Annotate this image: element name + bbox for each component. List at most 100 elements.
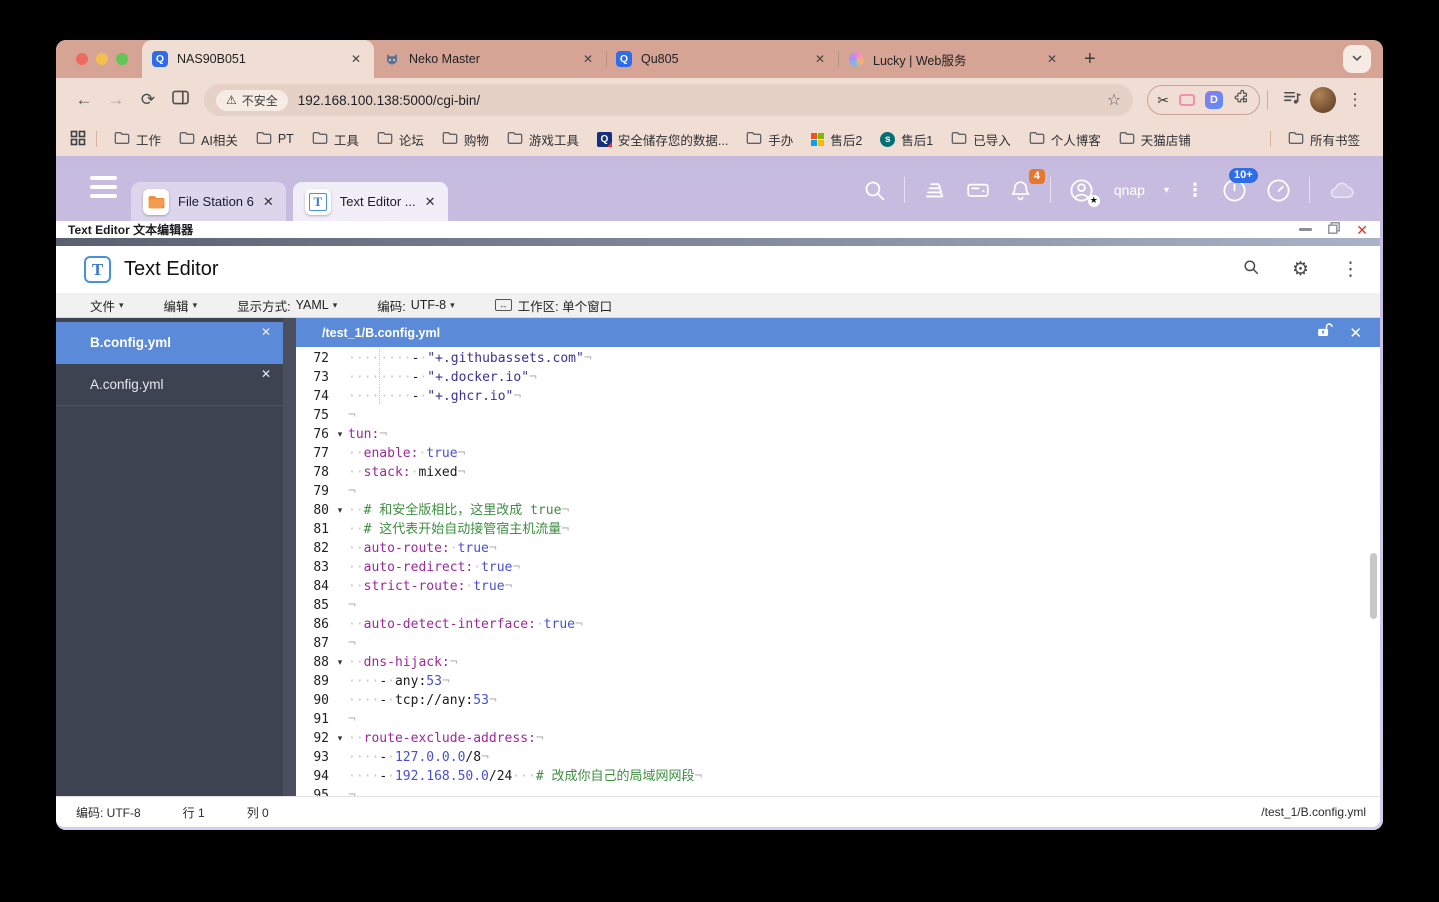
app-tab-close-icon[interactable]: ✕	[425, 194, 436, 210]
extensions-puzzle-icon[interactable]	[1233, 89, 1250, 111]
bookmark-item[interactable]: PT	[247, 127, 303, 151]
bookmark-item[interactable]: 游戏工具	[498, 127, 588, 151]
bookmark-item[interactable]: s 售后1	[871, 127, 942, 151]
editor-line[interactable]: 78 ··stack:·mixed¬	[296, 463, 1380, 482]
minimize-icon[interactable]	[1299, 228, 1313, 231]
apps-grid-icon[interactable]	[70, 130, 86, 149]
bookmark-item[interactable]: 工作	[105, 127, 170, 151]
security-chip[interactable]: ⚠ 不安全	[216, 89, 288, 111]
open-file-item[interactable]: ✕ B.config.yml	[56, 322, 283, 364]
editor-line[interactable]: 85 ¬	[296, 596, 1380, 615]
myqnapcloud-icon[interactable]	[1327, 178, 1357, 203]
editor-line[interactable]: 89 ····-·any:53¬	[296, 672, 1380, 691]
back-button[interactable]: ←	[68, 84, 100, 116]
notifications-bell-icon[interactable]: 4	[1008, 168, 1045, 203]
profile-button[interactable]	[1307, 84, 1339, 116]
close-icon[interactable]: ✕	[1356, 223, 1368, 237]
menu-edit[interactable]: 编辑 ▾	[164, 296, 198, 315]
menu-workspace[interactable]: ↔ 工作区: 单个窗口	[494, 296, 612, 315]
tab-search-button[interactable]	[1343, 45, 1371, 73]
editor-line[interactable]: 75 ¬	[296, 406, 1380, 425]
editor-line[interactable]: 92 ▾ ··route-exclude-address:¬	[296, 729, 1380, 748]
editor-line[interactable]: 81 ··# 这代表开始自动接管宿主机流量¬	[296, 520, 1380, 539]
main-menu-button[interactable]	[90, 176, 117, 198]
settings-gear-icon[interactable]: ⚙	[1292, 260, 1309, 279]
file-tab-path[interactable]: /test_1/B.config.yml	[322, 326, 440, 340]
bookmark-item[interactable]: 论坛	[368, 127, 433, 151]
menu-encoding[interactable]: 编码: UTF-8 ▾	[377, 296, 454, 315]
url-text[interactable]: 192.168.100.138:5000/cgi-bin/	[298, 93, 1099, 108]
editor-more-icon[interactable]: ⋮	[1341, 260, 1360, 279]
sidebar-splitter[interactable]	[283, 318, 296, 796]
user-chevron-down-icon[interactable]: ▾	[1164, 185, 1169, 196]
editor-line[interactable]: 88 ▾ ··dns-hijack:¬	[296, 653, 1380, 672]
bookmark-item[interactable]: 购物	[433, 127, 498, 151]
tab-close-icon[interactable]: ✕	[1044, 51, 1060, 67]
browser-tab[interactable]: Neko Master ✕	[374, 40, 606, 78]
all-bookmarks-button[interactable]: 所有书签	[1279, 127, 1369, 151]
editor-scrollbar-thumb[interactable]	[1370, 553, 1377, 619]
media-controls-button[interactable]	[1275, 84, 1307, 116]
fold-toggle-icon[interactable]: ▾	[332, 501, 348, 520]
unlock-icon[interactable]	[1315, 321, 1334, 345]
editor-line[interactable]: 74 ········-·"+.ghcr.io"¬	[296, 387, 1380, 406]
bookmark-item[interactable]: 工具	[303, 127, 368, 151]
maximize-icon[interactable]	[1328, 221, 1341, 239]
menu-file[interactable]: 文件 ▾	[90, 296, 124, 315]
search-icon[interactable]	[862, 178, 887, 203]
file-item-close-icon[interactable]: ✕	[261, 367, 271, 381]
editor-line[interactable]: 77 ··enable:·true¬	[296, 444, 1380, 463]
minimize-window-button[interactable]	[96, 53, 108, 65]
editor-search-icon[interactable]	[1242, 258, 1260, 281]
editor-line[interactable]: 94 ····-·192.168.50.0/24···# 改成你自己的局域网网段¬	[296, 767, 1380, 786]
editor-line[interactable]: 95 ¬	[296, 786, 1380, 796]
browser-tab[interactable]: Q Qu805 ✕	[606, 40, 838, 78]
reload-button[interactable]: ⟳	[132, 84, 164, 116]
browser-menu-button[interactable]: ⋮	[1339, 84, 1371, 116]
bookmark-item[interactable]: 个人博客	[1020, 127, 1110, 151]
zoom-window-button[interactable]	[116, 53, 128, 65]
forward-button[interactable]: →	[100, 84, 132, 116]
d-extension-icon[interactable]: D	[1205, 91, 1223, 109]
code-editor[interactable]: 72 ········-·"+.githubassets.com"¬ 73 ·····…	[296, 347, 1380, 796]
bookmark-item[interactable]: 手办	[737, 127, 802, 151]
editor-line[interactable]: 93 ····-·127.0.0.0/8¬	[296, 748, 1380, 767]
bookmark-item[interactable]: 售后2	[802, 127, 871, 151]
editor-line[interactable]: 87 ¬	[296, 634, 1380, 653]
user-account-icon[interactable]: ★	[1068, 177, 1100, 207]
tab-close-icon[interactable]: ✕	[348, 51, 364, 67]
fold-toggle-icon[interactable]: ▾	[332, 425, 348, 444]
bookmark-item[interactable]: 天猫店铺	[1110, 127, 1200, 151]
editor-line[interactable]: 91 ¬	[296, 710, 1380, 729]
bookmark-star-icon[interactable]: ☆	[1107, 90, 1121, 110]
scissors-extension-icon[interactable]: ✂	[1157, 92, 1169, 109]
dashboard-gauge-icon[interactable]	[1265, 177, 1292, 204]
editor-line[interactable]: 83 ··auto-redirect:·true¬	[296, 558, 1380, 577]
file-item-close-icon[interactable]: ✕	[261, 325, 271, 339]
side-panel-button[interactable]	[164, 84, 196, 116]
editor-line[interactable]: 80 ▾ ··# 和安全版相比，这里改成 true¬	[296, 501, 1380, 520]
background-tasks-icon[interactable]	[922, 177, 948, 203]
window-titlebar[interactable]: Text Editor 文本编辑器 ✕	[56, 221, 1380, 238]
address-bar[interactable]: ⚠ 不安全 192.168.100.138:5000/cgi-bin/ ☆	[204, 84, 1134, 116]
tv-extension-icon[interactable]	[1179, 94, 1195, 106]
fold-toggle-icon[interactable]: ▾	[332, 653, 348, 672]
menu-display-mode[interactable]: 显示方式: YAML ▾	[237, 296, 337, 315]
new-tab-button[interactable]: +	[1078, 47, 1102, 71]
resource-monitor-icon[interactable]: 10+	[1221, 167, 1258, 204]
editor-line[interactable]: 79 ¬	[296, 482, 1380, 501]
qnap-app-tab[interactable]: File Station 6 ✕	[131, 182, 286, 221]
close-window-button[interactable]	[76, 53, 88, 65]
editor-line[interactable]: 72 ········-·"+.githubassets.com"¬	[296, 349, 1380, 368]
open-file-item[interactable]: ✕ A.config.yml	[56, 364, 283, 406]
editor-line[interactable]: 90 ····-·tcp://any:53¬	[296, 691, 1380, 710]
fold-toggle-icon[interactable]: ▾	[332, 729, 348, 748]
bookmark-item[interactable]: AI相关	[170, 127, 247, 151]
editor-line[interactable]: 76 ▾ tun:¬	[296, 425, 1380, 444]
editor-line[interactable]: 86 ··auto-detect-interface:·true¬	[296, 615, 1380, 634]
editor-line[interactable]: 82 ··auto-route:·true¬	[296, 539, 1380, 558]
qnap-app-tab[interactable]: T Text Editor ... ✕	[292, 182, 448, 221]
tab-close-icon[interactable]: ✕	[580, 51, 596, 67]
app-tab-close-icon[interactable]: ✕	[263, 194, 274, 210]
editor-line[interactable]: 84 ··strict-route:·true¬	[296, 577, 1380, 596]
